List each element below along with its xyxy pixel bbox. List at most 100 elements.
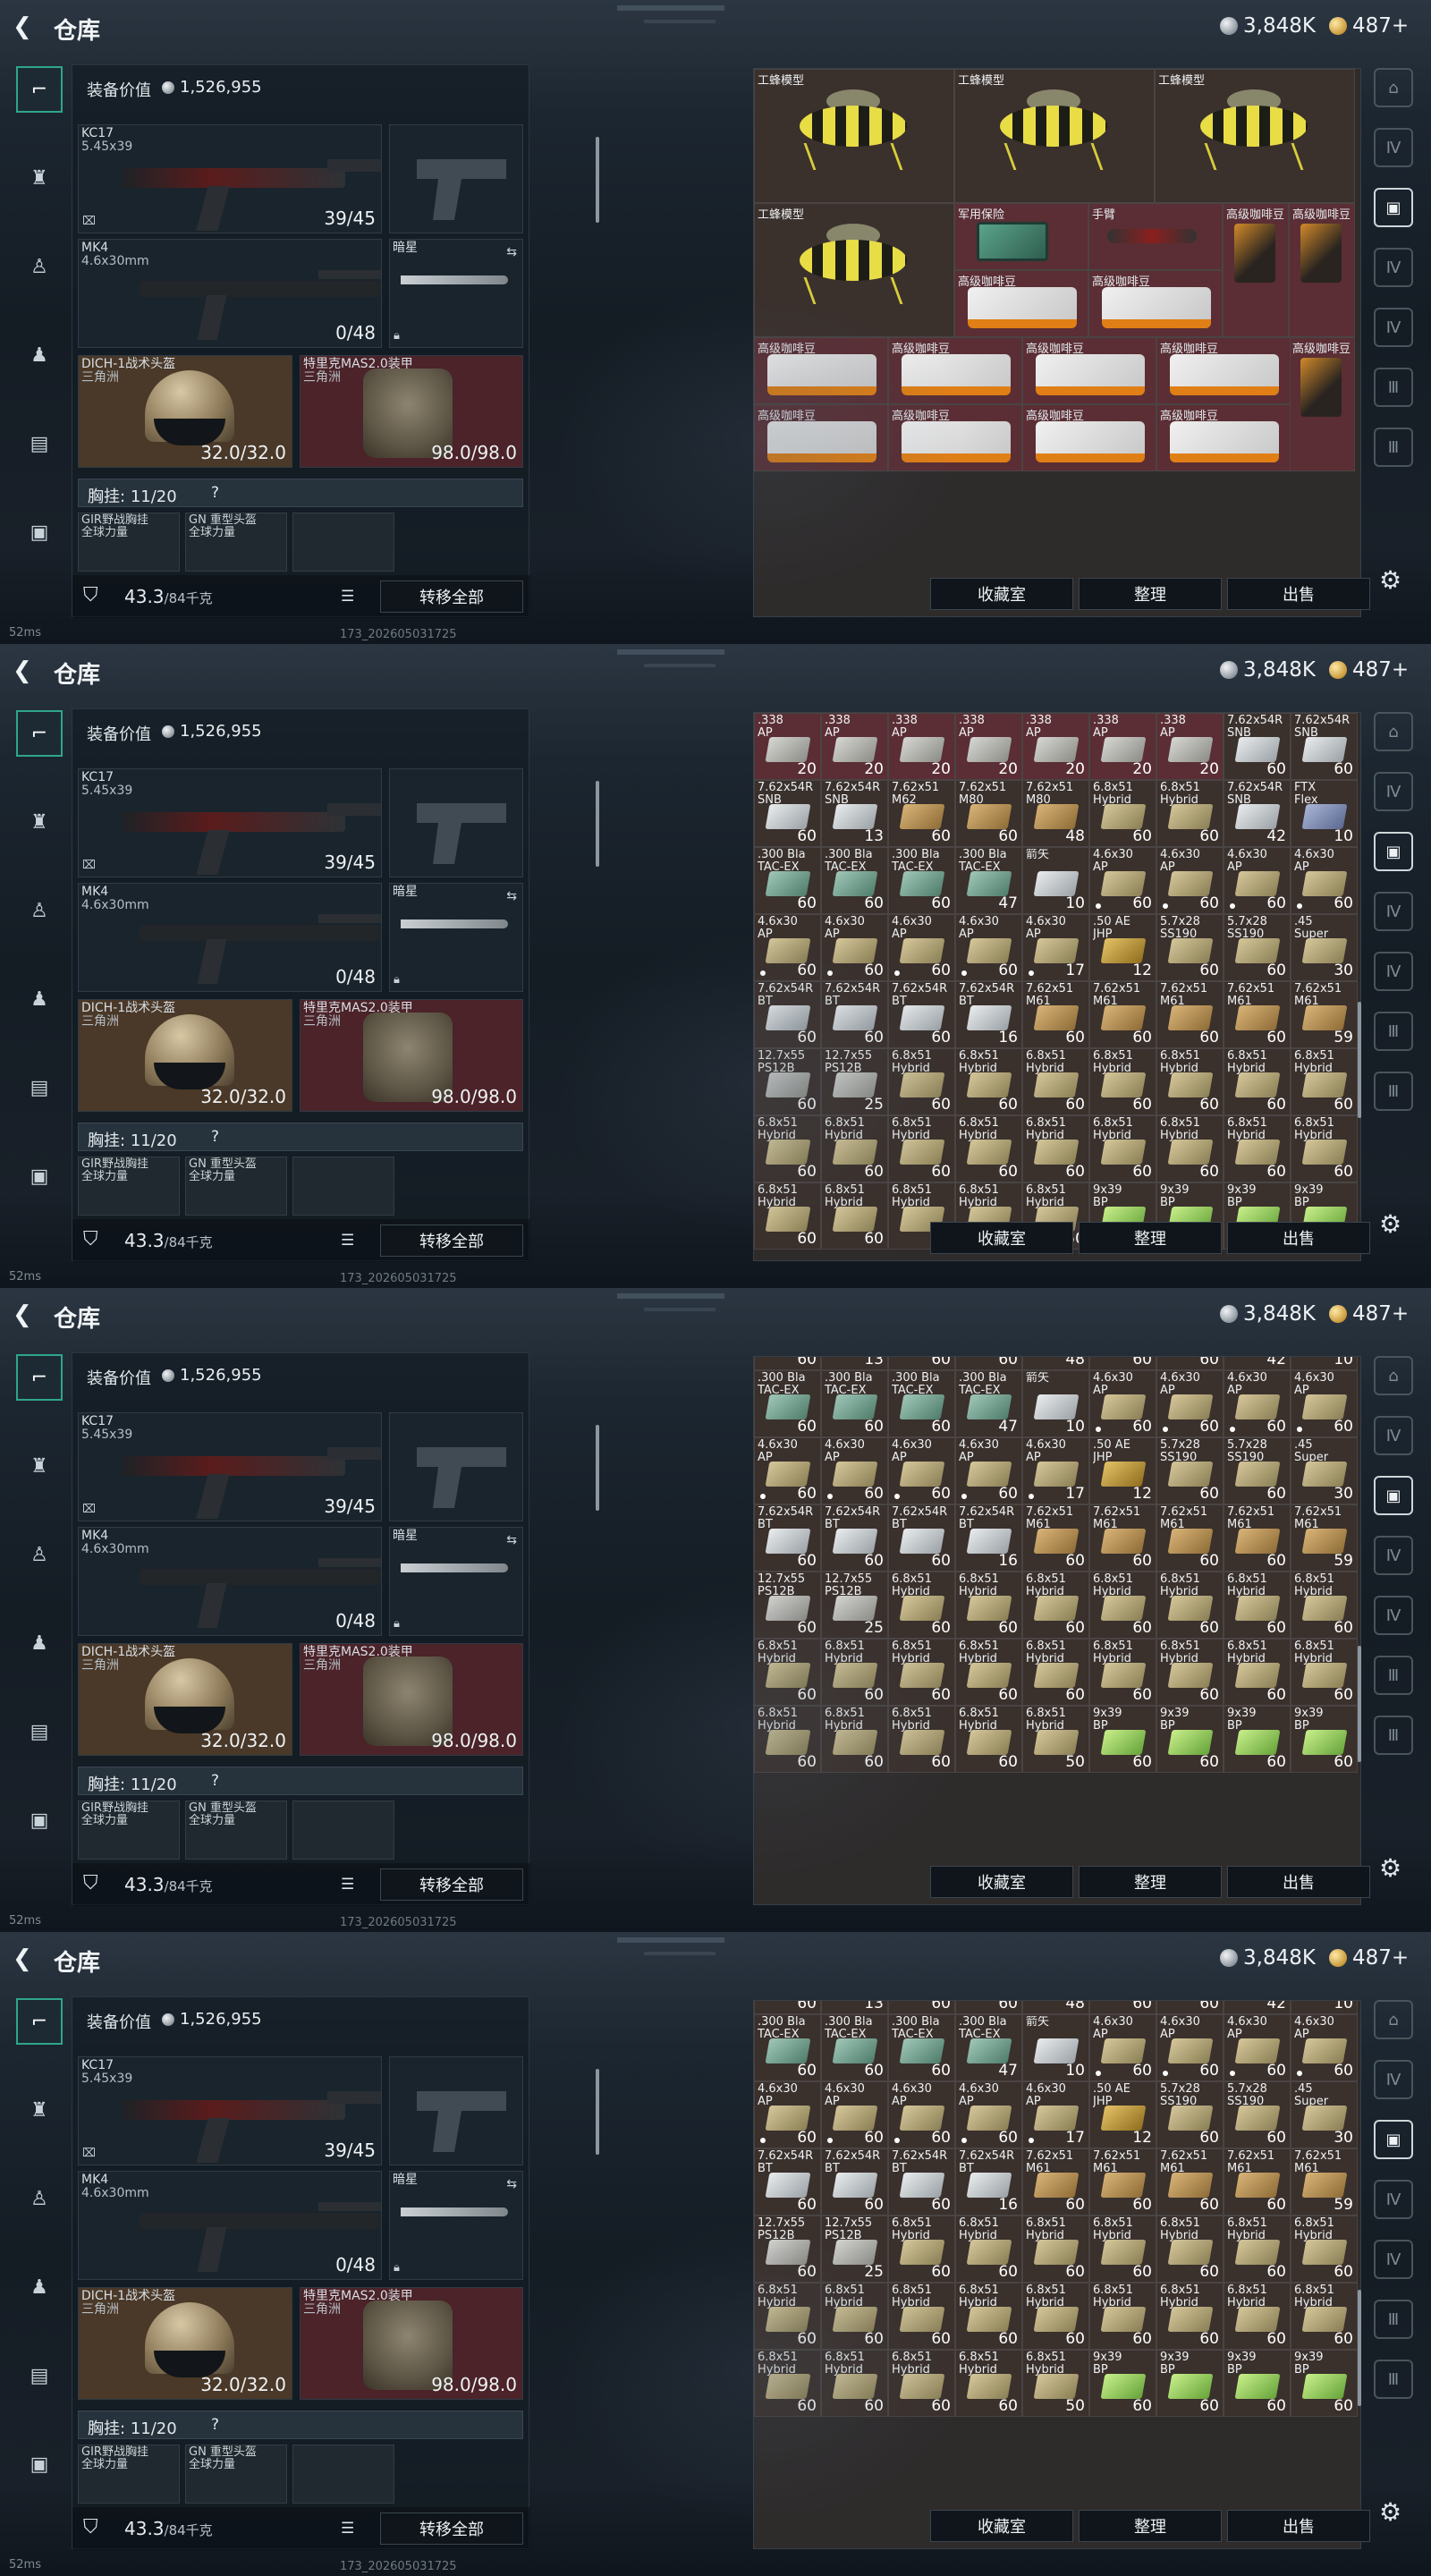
ammo-item[interactable]: 6.8x51 Hybrid60 xyxy=(1022,2283,1089,2350)
chest-rig-bar[interactable]: 胸挂: 11/20? xyxy=(78,2411,523,2439)
ammo-item[interactable]: 6.8x51 Hybrid60 xyxy=(1156,2216,1224,2283)
ammo-item[interactable]: 6.8x51 Hybrid60 xyxy=(888,1572,955,1639)
ammo-item[interactable]: 12.7x55 PS12B 60 xyxy=(754,1048,821,1115)
ammo-item[interactable]: 12.7x55 PS12B 25 xyxy=(821,2216,888,2283)
silver-currency[interactable]: 3,848K xyxy=(1220,658,1316,682)
coffee-bean-bag-item[interactable]: 高级咖啡豆 xyxy=(1289,337,1355,471)
ammo-item[interactable]: 7.62x54R BT 60 xyxy=(821,2148,888,2216)
tab-gun[interactable]: ⌐ xyxy=(16,66,63,113)
ammo-item[interactable]: 6.8x51 Hybrid60 xyxy=(955,1048,1022,1115)
ammo-item[interactable]: 4.6x30 AP 60 xyxy=(1089,2014,1156,2081)
coffee-bean-tin-item[interactable]: 高级咖啡豆 xyxy=(1022,404,1156,471)
collection-room-button[interactable]: 收藏室 xyxy=(930,2510,1073,2542)
sell-button[interactable]: 出售 xyxy=(1227,1866,1370,1898)
ammo-item[interactable]: 4.6x30 AP 60 xyxy=(888,914,955,981)
ammo-item[interactable]: .338 AP 20 xyxy=(888,713,955,780)
coffee-bean-bag-item[interactable]: 高级咖啡豆 xyxy=(1223,203,1289,337)
page-iv-icon[interactable]: Ⅳ xyxy=(1374,128,1413,167)
page-iii-icon[interactable]: Ⅲ xyxy=(1374,2360,1413,2399)
help-icon[interactable]: ? xyxy=(211,1772,219,1790)
page-iv-icon[interactable]: Ⅳ xyxy=(1374,892,1413,931)
ammo-item[interactable]: 6.8x51 Hybrid60 xyxy=(1291,1115,1358,1182)
ammo-item[interactable]: 7.62x54R SNB13 xyxy=(821,2001,888,2014)
rig-item[interactable]: GN 重型头盔 全球力量 xyxy=(185,1801,287,1860)
ammo-item[interactable]: 5.7x28 SS190 60 xyxy=(1156,1437,1224,1504)
ammo-item[interactable]: .300 Bla TAC-EX 60 xyxy=(888,2014,955,2081)
loadout-scrollbar[interactable] xyxy=(596,781,599,867)
chest-rig-bar[interactable]: 胸挂: 11/20? xyxy=(78,1767,523,1795)
ammo-item[interactable]: 9x39 BP 60 xyxy=(1156,1706,1224,1773)
ammo-item[interactable]: 6.8x51 Hybrid60 xyxy=(754,2350,821,2417)
ammo-item[interactable]: 6.8x51 Hybrid60 xyxy=(888,2350,955,2417)
tab-case[interactable]: ▤ xyxy=(16,1708,63,1755)
ammo-item[interactable]: 6.8x51 Hybrid60 xyxy=(1291,2283,1358,2350)
ammo-item[interactable]: 7.62x51 M8060 xyxy=(955,1357,1022,1370)
page-iii-icon[interactable]: Ⅲ xyxy=(1374,1072,1413,1111)
primary-weapon-slot[interactable]: KC17 5.45x39 ⌧ 39/45 xyxy=(78,1412,382,1521)
rig-item[interactable]: GN 重型头盔 全球力量 xyxy=(185,513,287,572)
ammo-item[interactable]: 4.6x30 AP 60 xyxy=(1291,847,1358,914)
ammo-item[interactable]: 6.8x51 Hybrid60 xyxy=(821,1115,888,1182)
ammo-item[interactable]: 4.6x30 AP 60 xyxy=(1156,1370,1224,1437)
ammo-item[interactable]: 6.8x51 Hybrid60 xyxy=(1089,1572,1156,1639)
ammo-item[interactable]: .45 Super 30 xyxy=(1291,1437,1358,1504)
ammo-item[interactable]: 6.8x51 Hybrid60 xyxy=(1089,1048,1156,1115)
safe-box-icon[interactable]: ⌂ xyxy=(1374,2000,1413,2039)
melee-slot[interactable]: 暗星 ⇆ 🔒︎ xyxy=(389,239,523,348)
ammo-item[interactable]: 6.8x51 Hybrid 50 xyxy=(1022,1706,1089,1773)
ammo-item[interactable]: .300 Bla TAC-EX 60 xyxy=(888,847,955,914)
page-iii-icon[interactable]: Ⅲ xyxy=(1374,2300,1413,2339)
ammo-item[interactable]: 7.62x51 M6260 xyxy=(888,1357,955,1370)
ammo-item[interactable]: .338 AP 20 xyxy=(1022,713,1089,780)
ammo-item[interactable]: 7.62x51 M61 60 xyxy=(1089,2148,1156,2216)
ammo-item[interactable]: 7.62x54R SNB 60 xyxy=(1291,713,1358,780)
list-icon[interactable]: ☰ xyxy=(341,588,360,606)
help-icon[interactable]: ? xyxy=(211,484,219,502)
tab-backpack[interactable]: ♙ xyxy=(16,243,63,290)
help-icon[interactable]: ? xyxy=(211,1128,219,1146)
armor-slot[interactable]: 特里克MAS2.0装甲 三角洲 98.0/98.0 xyxy=(300,1643,523,1756)
wasp-model-item[interactable]: 工蜂模型 xyxy=(754,203,954,337)
collection-room-button[interactable]: 收藏室 xyxy=(930,1866,1073,1898)
chest-rig-bar[interactable]: 胸挂: 11/20? xyxy=(78,479,523,507)
ammo-item[interactable]: 7.62x51 M61 59 xyxy=(1291,2148,1358,2216)
coffee-bean-tin-item[interactable]: 高级咖啡豆 xyxy=(1156,404,1291,471)
tab-briefcase[interactable]: ▣ xyxy=(16,509,63,555)
ammo-item[interactable]: .300 Bla TAC-EX 60 xyxy=(888,1370,955,1437)
ammo-item[interactable]: .338 AP 20 xyxy=(955,713,1022,780)
tab-case[interactable]: ▤ xyxy=(16,2352,63,2399)
ammo-item[interactable]: 4.6x30 AP 60 xyxy=(754,2081,821,2148)
page-iv-icon[interactable]: Ⅳ xyxy=(1374,1416,1413,1455)
ammo-item[interactable]: .338 AP 20 xyxy=(754,713,821,780)
helmet-slot[interactable]: DICH-1战术头盔 三角洲 32.0/32.0 xyxy=(78,2287,292,2400)
tab-vest[interactable]: ♜ xyxy=(16,1443,63,1489)
ammo-item[interactable]: 6.8x51 Hybrid60 xyxy=(955,2350,1022,2417)
ammo-item[interactable]: .338 AP 20 xyxy=(821,713,888,780)
ammo-item[interactable]: .45 Super 30 xyxy=(1291,914,1358,981)
ammo-item[interactable]: 6.8x51 Hybrid60 xyxy=(1089,2001,1156,2014)
tab-backpack[interactable]: ♙ xyxy=(16,2175,63,2222)
ammo-item[interactable]: 6.8x51 Hybrid60 xyxy=(1224,1115,1291,1182)
ammo-item[interactable]: 6.8x51 Hybrid60 xyxy=(888,2283,955,2350)
page-iii-icon[interactable]: Ⅲ xyxy=(1374,1656,1413,1695)
ammo-item[interactable]: 6.8x51 Hybrid60 xyxy=(955,2283,1022,2350)
safe-box-icon[interactable]: ⌂ xyxy=(1374,712,1413,751)
ammo-item[interactable]: 6.8x51 Hybrid60 xyxy=(888,1639,955,1706)
ammo-item[interactable]: 6.8x51 Hybrid60 xyxy=(1291,2216,1358,2283)
transfer-all-button[interactable]: 转移全部 xyxy=(380,2512,523,2545)
ammo-item[interactable]: 6.8x51 Hybrid60 xyxy=(888,1706,955,1773)
ammo-item[interactable]: 6.8x51 Hybrid60 xyxy=(888,1048,955,1115)
rig-empty-slot[interactable] xyxy=(292,2445,394,2504)
tab-case[interactable]: ▤ xyxy=(16,1064,63,1111)
ammo-item[interactable]: 9x39 BP 60 xyxy=(1089,2350,1156,2417)
sort-button[interactable]: 整理 xyxy=(1079,1222,1222,1254)
armor-slot[interactable]: 特里克MAS2.0装甲 三角洲 98.0/98.0 xyxy=(300,355,523,468)
ammo-item[interactable]: 7.62x54R BT 60 xyxy=(888,1504,955,1572)
armor-slot[interactable]: 特里克MAS2.0装甲 三角洲 98.0/98.0 xyxy=(300,2287,523,2400)
ammo-item[interactable]: 4.6x30 AP 60 xyxy=(1224,1370,1291,1437)
ammo-item[interactable]: 7.62x54R BT 60 xyxy=(754,2148,821,2216)
ammo-item[interactable]: 6.8x51 Hybrid60 xyxy=(821,1639,888,1706)
page-iii-active-icon[interactable]: ▣ xyxy=(1374,188,1413,227)
primary-weapon-slot[interactable]: KC17 5.45x39 ⌧ 39/45 xyxy=(78,2056,382,2165)
coffee-bean-tin-item[interactable]: 高级咖啡豆 xyxy=(1156,337,1291,404)
